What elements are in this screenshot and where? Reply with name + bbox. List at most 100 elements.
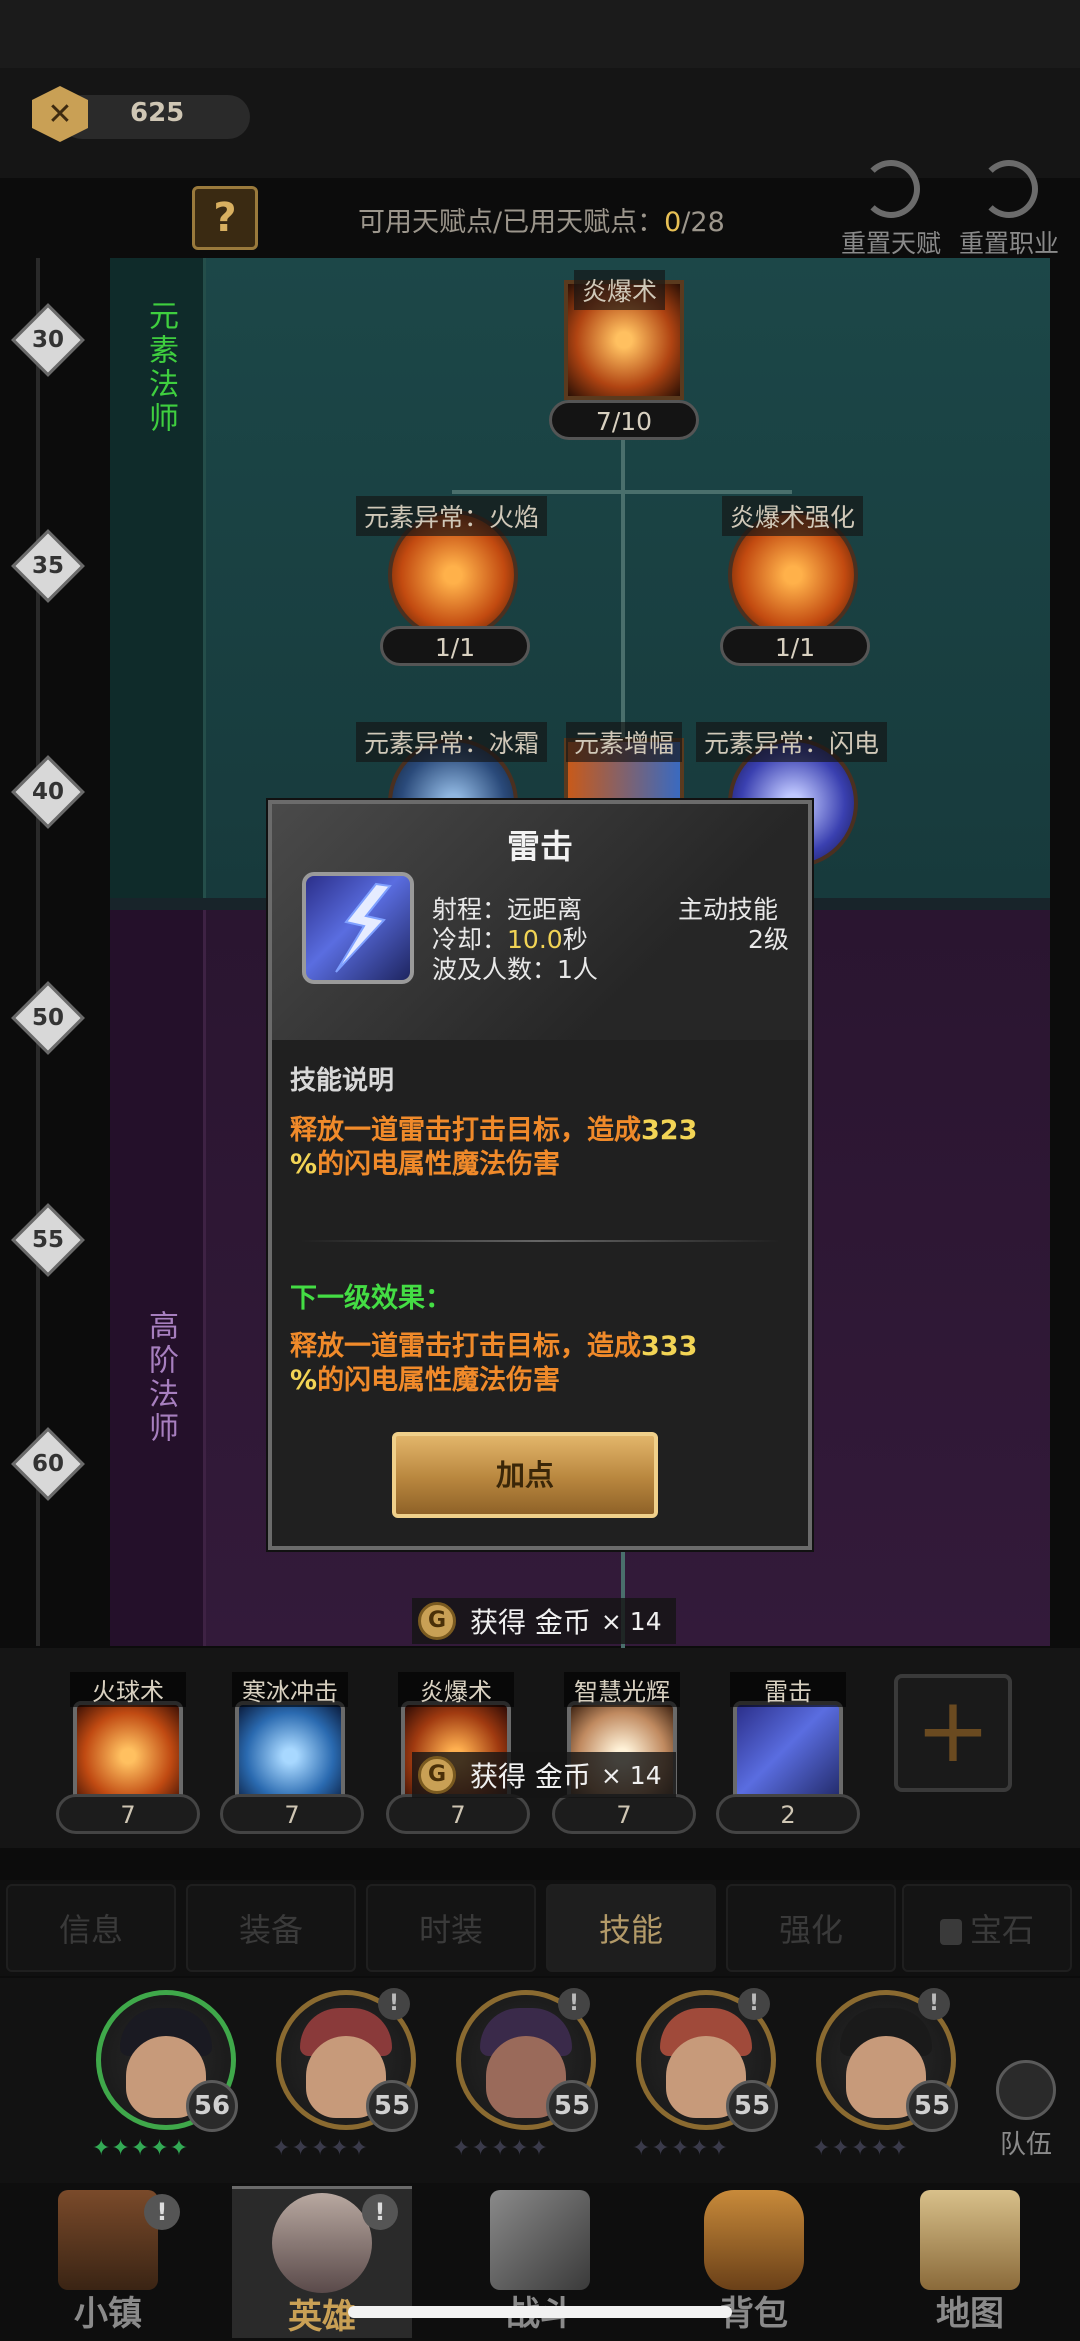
talent-node-name: 元素异常：闪电 — [696, 722, 888, 762]
team-label: 队伍 — [999, 2130, 1052, 2160]
chess-piece-icon — [996, 2060, 1056, 2120]
reset-talent-button[interactable]: 重置天赋 — [836, 160, 946, 260]
level-label: 30 — [31, 327, 64, 353]
talent-points-label: 可用天赋点/已用天赋点： — [358, 207, 665, 238]
backpack-icon — [704, 2190, 804, 2290]
talent-node-name: 元素异常：冰霜 — [356, 722, 548, 762]
class-strip-advanced — [110, 910, 206, 1646]
popup-title: 雷击 — [507, 827, 573, 866]
lightning-strike-icon — [302, 872, 414, 984]
tab-gems[interactable]: 宝石 — [902, 1884, 1072, 1972]
description-title: 技能说明 — [290, 1066, 395, 1096]
description-line: %的闪电属性魔法伤害 — [290, 1142, 560, 1181]
skill-slot-name: 智慧光辉 — [564, 1672, 680, 1707]
hero-portrait[interactable]: 55 ✦✦✦✦✦ ! — [798, 1988, 968, 2180]
status-bar — [0, 0, 1080, 68]
toast-text: 获得 金币 — [470, 1606, 591, 1639]
level-label: 50 — [31, 1005, 64, 1031]
add-point-button[interactable]: 加点 — [392, 1432, 658, 1518]
nav-label: 小镇 — [74, 2294, 142, 2334]
hero-level: 55 — [906, 2080, 958, 2132]
skill-level: 2级 — [748, 925, 789, 954]
level-label: 35 — [31, 553, 64, 579]
percent-sign: % — [290, 1149, 318, 1180]
hero-level: 56 — [186, 2080, 238, 2132]
hero-stars: ✦✦✦✦✦ — [92, 2136, 190, 2161]
talent-node-name: 炎爆术强化 — [722, 496, 864, 536]
tab-gems-label: 宝石 — [969, 1911, 1034, 1949]
tab-equipment[interactable]: 装备 — [186, 1884, 356, 1972]
lock-icon — [939, 1919, 962, 1945]
map-icon — [920, 2190, 1020, 2290]
home-indicator[interactable] — [348, 2306, 732, 2318]
skill-slot-name: 炎爆术 — [398, 1672, 514, 1707]
reset-class-button[interactable]: 重置职业 — [954, 160, 1064, 260]
hero-stars: ✦✦✦✦✦ — [632, 2136, 730, 2161]
percent-sign: % — [290, 1365, 318, 1396]
talent-node-name: 元素增幅 — [566, 722, 683, 762]
next-level-value: 333 — [641, 1331, 698, 1362]
level-label: 55 — [31, 1227, 64, 1253]
tree-connector — [452, 490, 792, 494]
class-label-basic: 元素法师 — [143, 300, 178, 436]
class-label-advanced: 高阶法师 — [143, 1310, 178, 1446]
alert-badge: ! — [738, 1988, 770, 2020]
alert-badge: ! — [378, 1988, 410, 2020]
hero-stars: ✦✦✦✦✦ — [812, 2136, 910, 2161]
skill-slot-name: 火球术 — [70, 1672, 186, 1707]
skill-slot-count: 7 — [552, 1794, 696, 1834]
hero-icon — [272, 2193, 372, 2293]
hero-portrait[interactable]: 55 ✦✦✦✦✦ ! — [618, 1988, 788, 2180]
skill-slot-name: 雷击 — [730, 1672, 846, 1707]
description-text: 的闪电属性魔法伤害 — [317, 1149, 561, 1180]
hero-level: 55 — [726, 2080, 778, 2132]
reset-talent-label: 重置天赋 — [840, 229, 941, 258]
hero-portrait[interactable]: 56 ✦✦✦✦✦ — [78, 1990, 248, 2180]
reset-class-label: 重置职业 — [958, 229, 1059, 258]
nav-map[interactable]: 地图 — [880, 2186, 1060, 2338]
alert-badge: ! — [918, 1988, 950, 2020]
skill-slot-count: 2 — [716, 1794, 860, 1834]
skill-slot[interactable]: 火球术 — [70, 1672, 186, 1811]
hero-portrait[interactable]: 55 ✦✦✦✦✦ ! — [438, 1988, 608, 2180]
gold-reward-toast: G 获得 金币 × 14 — [412, 1598, 676, 1644]
talent-points-total: /28 — [681, 207, 725, 238]
skill-slot-count: 7 — [56, 1794, 200, 1834]
refresh-icon — [862, 160, 920, 218]
hero-level: 55 — [366, 2080, 418, 2132]
hero-level: 55 — [546, 2080, 598, 2132]
skill-slot[interactable]: 雷击 — [730, 1672, 846, 1811]
talent-node-count: 1/1 — [380, 626, 530, 666]
divider — [300, 1240, 780, 1242]
skill-slot[interactable]: 寒冰冲击 — [232, 1672, 348, 1811]
talent-node-count: 1/1 — [720, 626, 870, 666]
alert-badge: ! — [144, 2194, 180, 2230]
skill-slot-count: 7 — [220, 1794, 364, 1834]
talent-node-name: 元素异常：火焰 — [356, 496, 548, 536]
gold-coin-icon: G — [418, 1756, 456, 1794]
toast-text: 获得 金币 — [470, 1760, 591, 1793]
skill-slot-name: 寒冰冲击 — [232, 1672, 348, 1707]
targets-stat: 波及人数：1人 — [432, 955, 598, 984]
team-button[interactable]: 队伍 — [984, 2060, 1068, 2161]
tab-costume[interactable]: 时装 — [366, 1884, 536, 1972]
talent-node-name: 炎爆术 — [574, 270, 666, 310]
gold-reward-toast: G 获得 金币 × 14 — [412, 1752, 676, 1798]
currency-value: 625 — [130, 98, 185, 128]
popup-body: 技能说明 释放一道雷击打击目标，造成323 %的闪电属性魔法伤害 下一级效果： … — [272, 1040, 808, 1546]
talent-node-count: 7/10 — [549, 400, 699, 440]
tab-info[interactable]: 信息 — [6, 1884, 176, 1972]
hero-stars: ✦✦✦✦✦ — [272, 2136, 370, 2161]
popup-header: 雷击 射程：远距离 冷却：10.0秒 波及人数：1人 主动技能 2级 — [272, 804, 808, 1040]
hero-portrait[interactable]: 55 ✦✦✦✦✦ ! — [258, 1988, 428, 2180]
talent-points-text: 可用天赋点/已用天赋点：0/28 — [358, 200, 725, 239]
tab-enhance[interactable]: 强化 — [726, 1884, 896, 1972]
next-level-line: %的闪电属性魔法伤害 — [290, 1358, 560, 1397]
next-level-title: 下一级效果： — [290, 1283, 452, 1314]
tab-skills[interactable]: 技能 — [546, 1884, 716, 1972]
help-button[interactable]: ? — [192, 186, 258, 250]
town-icon — [58, 2190, 158, 2290]
add-skill-slot[interactable]: + — [894, 1674, 1012, 1792]
alert-badge: ! — [558, 1988, 590, 2020]
toast-multiplier: × 14 — [600, 1606, 662, 1636]
